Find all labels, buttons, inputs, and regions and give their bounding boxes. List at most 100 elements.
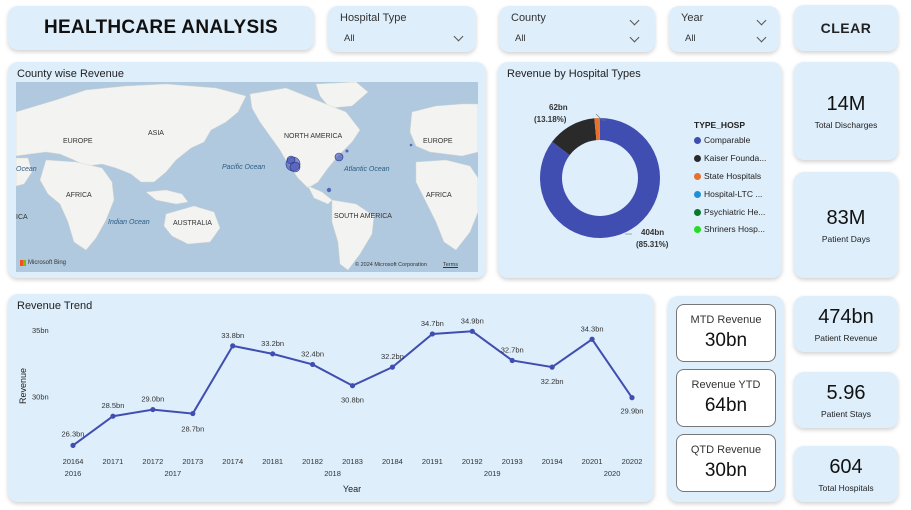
ytd-revenue-value: 64bn — [704, 395, 748, 416]
legend-label: State Hospitals — [704, 171, 762, 181]
map-label: ICA — [16, 214, 28, 221]
x-axis-label: Year — [343, 484, 361, 494]
revenue-bubble — [409, 143, 413, 147]
revenue-point — [509, 357, 515, 364]
x-tick-label: 20194 — [542, 457, 563, 466]
legend-label: Kaiser Founda... — [704, 153, 767, 163]
world-map[interactable]: EUROPE ASIA NORTH AMERICA EUROPE AFRICA … — [16, 82, 478, 272]
mtd-revenue-card: MTD Revenue 30bn — [676, 304, 776, 362]
y-axis-label: Revenue — [18, 368, 28, 404]
ytd-revenue-card: Revenue YTD 64bn — [676, 369, 776, 427]
kpi-label: Total Discharges — [814, 119, 878, 130]
data-label: 26.3bn — [62, 429, 85, 438]
map-label: SOUTH AMERICA — [334, 213, 392, 220]
map-label: NORTH AMERICA — [284, 133, 343, 140]
revenue-point — [110, 413, 116, 419]
hospital-type-value: All — [344, 33, 355, 44]
x-tick-label: 20171 — [102, 457, 123, 466]
kpi-value: 83M — [826, 206, 866, 229]
data-label: 30.8bn — [341, 396, 364, 405]
qtd-revenue-value: 30bn — [704, 460, 748, 481]
chevron-down-icon[interactable] — [756, 32, 767, 43]
x-tick-label: 20191 — [422, 457, 443, 466]
microsoft-logo-icon — [20, 260, 26, 266]
county-slicer[interactable]: County All — [499, 6, 655, 52]
x-tick-label: 20182 — [302, 457, 323, 466]
kpi-patient-days: 83M Patient Days — [794, 172, 898, 278]
county-label: County — [511, 12, 546, 24]
x-tick-label: 20164 — [63, 457, 84, 466]
x-tick-label: 20181 — [262, 457, 283, 466]
kpi-label: Total Hospitals — [818, 482, 874, 493]
map-title: County wise Revenue — [17, 68, 125, 80]
data-label: 29.0bn — [141, 395, 164, 404]
x-tick-label: 20201 — [582, 457, 603, 466]
legend-item-ltc[interactable]: Hospital-LTC ... — [694, 189, 762, 199]
revenue-bubble — [345, 149, 349, 153]
legend-label: Psychiatric He... — [704, 207, 766, 217]
year-group-label: 2019 — [484, 469, 501, 478]
year-slicer[interactable]: Year All — [669, 6, 779, 52]
data-label: 34.3bn — [581, 324, 604, 333]
donut-label-large-value: 404bn — [641, 228, 665, 237]
year-value: All — [685, 33, 696, 44]
year-group-label: 2018 — [324, 469, 341, 478]
legend-item-comparable[interactable]: Comparable — [694, 135, 750, 145]
mtd-revenue-label: MTD Revenue — [690, 314, 762, 326]
data-label: 34.7bn — [421, 319, 444, 328]
chevron-down-icon[interactable] — [629, 32, 640, 43]
x-tick-label: 20184 — [382, 457, 403, 466]
ocean-label: Indian Ocean — [108, 219, 150, 226]
revenue-bubble — [326, 187, 332, 193]
chevron-down-icon[interactable] — [453, 31, 464, 42]
legend-item-shriners[interactable]: Shriners Hosp... — [694, 224, 765, 234]
clear-button[interactable]: CLEAR — [794, 5, 898, 51]
revenue-point — [150, 406, 156, 413]
revenue-point — [549, 364, 555, 370]
revenue-trend-chart: Revenue Year 35bn 30bn 26.3bn 20164 28.5bn 2017… — [18, 316, 644, 494]
data-label: 32.7bn — [501, 345, 524, 354]
x-tick-label: 20172 — [142, 457, 163, 466]
legend-item-state[interactable]: State Hospitals — [694, 171, 761, 181]
legend-dot-icon — [694, 190, 701, 198]
legend-label: Hospital-LTC ... — [704, 189, 763, 199]
legend-label: Shriners Hosp... — [704, 224, 765, 234]
hospital-type-slicer[interactable]: Hospital Type All — [328, 6, 476, 52]
legend-dot-icon — [694, 172, 701, 180]
data-label: 32.2bn — [381, 352, 404, 361]
revenue-point — [349, 383, 356, 389]
data-label: 28.5bn — [101, 401, 124, 410]
y-tick-label: 35bn — [32, 326, 49, 335]
legend-dot-icon — [694, 225, 701, 233]
map-label: ASIA — [148, 130, 164, 137]
donut-label-small-value: 62bn — [549, 103, 568, 112]
data-label: 29.9bn — [621, 407, 644, 416]
qtd-revenue-label: QTD Revenue — [690, 444, 762, 456]
data-label: 33.8bn — [221, 331, 244, 340]
kpi-label: Patient Stays — [820, 408, 872, 419]
bing-logo: Microsoft Bing — [20, 260, 66, 266]
revenue-point — [469, 328, 475, 334]
legend-item-psychiatric[interactable]: Psychiatric He... — [694, 207, 765, 217]
kpi-value: 5.96 — [826, 381, 866, 404]
legend-item-kaiser[interactable]: Kaiser Founda... — [694, 153, 766, 163]
world-map-canvas — [16, 82, 478, 271]
revenue-line — [72, 330, 633, 447]
x-tick-label: 20202 — [622, 457, 643, 466]
year-group-label: 2016 — [65, 469, 82, 478]
year-label: Year — [681, 12, 704, 24]
data-label: 32.4bn — [301, 349, 324, 358]
data-label: 32.2bn — [541, 377, 564, 386]
revenue-point — [589, 336, 595, 342]
data-label: 28.7bn — [181, 425, 204, 434]
year-group-label: 2020 — [604, 469, 621, 478]
ocean-label: Atlantic Ocean — [344, 166, 390, 173]
dashboard-title: HEALTHCARE ANALYSIS — [43, 17, 279, 38]
revenue-bubble — [334, 152, 344, 162]
map-terms-link[interactable]: Terms — [443, 262, 458, 268]
kpi-value: 474bn — [818, 305, 874, 328]
kpi-label: Patient Revenue — [814, 332, 878, 343]
revenue-point — [389, 364, 396, 370]
kpi-total-discharges: 14M Total Discharges — [794, 62, 898, 160]
kpi-patient-revenue: 474bn Patient Revenue — [794, 296, 898, 352]
